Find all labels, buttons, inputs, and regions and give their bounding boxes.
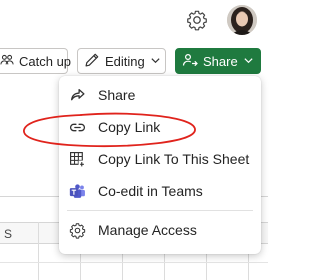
- gear-icon: [69, 222, 86, 239]
- catch-up-button[interactable]: Catch up: [0, 48, 72, 74]
- menu-item-co-edit-teams[interactable]: Co-edit in Teams: [59, 176, 261, 206]
- chevron-down-icon: [243, 54, 254, 69]
- menu-item-label: Copy Link: [98, 119, 161, 135]
- share-dropdown-menu: Share Copy Link Copy Link To This Sheet: [59, 76, 261, 254]
- sheet-link-icon: [69, 151, 86, 168]
- teams-icon: [69, 183, 86, 200]
- user-avatar[interactable]: [227, 5, 257, 35]
- share-label: Share: [203, 53, 238, 69]
- menu-item-share[interactable]: Share: [59, 80, 261, 110]
- catch-up-icon: [0, 53, 14, 70]
- menu-item-label: Copy Link To This Sheet: [98, 151, 250, 167]
- menu-divider: [67, 210, 253, 211]
- grid-line: [0, 262, 268, 263]
- menu-item-label: Share: [98, 87, 136, 103]
- menu-item-manage-access[interactable]: Manage Access: [59, 215, 261, 245]
- share-button[interactable]: Share: [175, 48, 261, 74]
- settings-gear-icon[interactable]: [186, 9, 208, 31]
- menu-item-label: Manage Access: [98, 222, 197, 238]
- grid-line: [38, 222, 39, 280]
- pencil-icon: [84, 52, 100, 71]
- editing-mode-button[interactable]: Editing: [77, 48, 166, 74]
- column-header-s[interactable]: S: [4, 227, 12, 241]
- chevron-down-icon: [150, 54, 161, 69]
- link-icon: [69, 119, 86, 136]
- menu-item-label: Co-edit in Teams: [98, 183, 203, 199]
- editing-label: Editing: [105, 53, 145, 69]
- share-arrow-icon: [69, 87, 86, 104]
- share-people-icon: [182, 52, 198, 71]
- catch-up-label: Catch up: [19, 53, 72, 69]
- top-bar: [0, 0, 268, 40]
- menu-item-copy-link-to-sheet[interactable]: Copy Link To This Sheet: [59, 144, 261, 174]
- toolbar: Catch up Editing Share: [0, 44, 268, 78]
- menu-item-copy-link[interactable]: Copy Link: [59, 112, 261, 142]
